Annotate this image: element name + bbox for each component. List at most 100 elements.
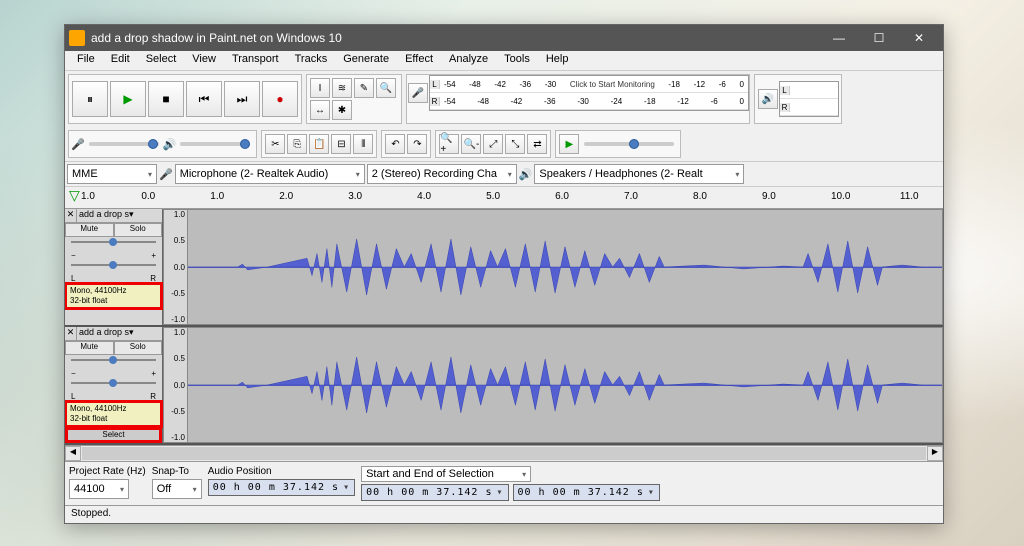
horizontal-scrollbar[interactable]: ◀ ▶ — [65, 445, 943, 461]
speaker-meter-icon[interactable]: 🔊 — [758, 89, 778, 109]
tracks-area: ✕ add a drop s▾ Mute Solo −+ LR Mono, 44… — [65, 209, 943, 445]
silence-button[interactable]: ⫴ — [353, 134, 373, 154]
scroll-left-button[interactable]: ◀ — [65, 446, 81, 461]
skip-end-button[interactable]: ⏭ — [224, 81, 260, 117]
track-select-button[interactable]: Select — [67, 429, 160, 441]
waveform-2 — [188, 328, 942, 442]
pause-button[interactable]: ⏸ — [72, 81, 108, 117]
timeshift-tool[interactable]: ↔ — [310, 100, 330, 120]
track-panel-2: ✕ add a drop s▾ Mute Solo −+ LR Mono, 44… — [65, 327, 163, 443]
transport-toolbar: ⏸ ▶ ■ ⏮ ⏭ ● — [68, 74, 302, 124]
pan-slider[interactable] — [65, 378, 162, 392]
toolbars: ⏸ ▶ ■ ⏮ ⏭ ● I ≋ ✎ 🔍 ↔ ✱ 🎤 L-54-48-42-36-… — [65, 71, 943, 162]
zoom-in-button[interactable]: 🔍+ — [439, 134, 459, 154]
menu-file[interactable]: File — [69, 51, 103, 70]
redo-button[interactable]: ↷ — [407, 134, 427, 154]
selection-start-field[interactable]: 00 h 00 m 37.142 s — [361, 484, 508, 501]
track-close-button[interactable]: ✕ — [65, 209, 77, 222]
mic-meter-icon[interactable]: 🎤 — [408, 83, 428, 103]
draw-tool[interactable]: ✎ — [354, 78, 374, 98]
paste-button[interactable]: 📋 — [309, 134, 329, 154]
solo-button[interactable]: Solo — [114, 223, 163, 237]
track-panel-1: ✕ add a drop s▾ Mute Solo −+ LR Mono, 44… — [65, 209, 163, 325]
minimize-button[interactable]: — — [819, 25, 859, 51]
track-format-info: Mono, 44100Hz 32-bit float — [66, 284, 161, 308]
input-device-combo[interactable]: Microphone (2- Realtek Audio) — [175, 164, 365, 184]
cut-button[interactable]: ✂ — [265, 134, 285, 154]
zoom-out-button[interactable]: 🔍- — [461, 134, 481, 154]
scroll-right-button[interactable]: ▶ — [927, 446, 943, 461]
output-device-combo[interactable]: Speakers / Headphones (2- Realt — [534, 164, 744, 184]
audio-track-1: ✕ add a drop s▾ Mute Solo −+ LR Mono, 44… — [65, 209, 943, 327]
mute-button[interactable]: Mute — [65, 223, 114, 237]
zoom-tool[interactable]: 🔍 — [376, 78, 396, 98]
close-button[interactable]: ✕ — [899, 25, 939, 51]
waveform-area-2[interactable]: 1.00.50.0-0.5-1.0 — [163, 327, 943, 443]
play-meter[interactable]: L R — [779, 81, 839, 117]
play-volume-slider[interactable] — [180, 142, 250, 146]
audio-host-combo[interactable]: MME — [67, 164, 157, 184]
menu-transport[interactable]: Transport — [224, 51, 287, 70]
stop-button[interactable]: ■ — [148, 81, 184, 117]
trim-button[interactable]: ⊟ — [331, 134, 351, 154]
app-icon — [69, 30, 85, 46]
track-name[interactable]: add a drop s▾ — [77, 327, 162, 340]
menu-view[interactable]: View — [184, 51, 224, 70]
amplitude-scale: 1.00.50.0-0.5-1.0 — [164, 328, 188, 442]
audio-position-label: Audio Position — [208, 466, 355, 477]
audio-position-field[interactable]: 00 h 00 m 37.142 s — [208, 479, 355, 496]
meter-right-label: R — [430, 97, 440, 106]
record-meter[interactable]: L-54-48-42-36-30Click to Start Monitorin… — [429, 75, 749, 111]
maximize-button[interactable]: ☐ — [859, 25, 899, 51]
undo-button[interactable]: ↶ — [385, 134, 405, 154]
copy-button[interactable]: ⎘ — [287, 134, 307, 154]
meter-monitor-text[interactable]: Click to Start Monitoring — [570, 80, 655, 89]
track-close-button[interactable]: ✕ — [65, 327, 77, 340]
menubar: File Edit Select View Transport Tracks G… — [65, 51, 943, 71]
window-title: add a drop shadow in Paint.net on Window… — [91, 31, 819, 45]
play-button[interactable]: ▶ — [110, 81, 146, 117]
menu-generate[interactable]: Generate — [335, 51, 397, 70]
mic-device-icon: 🎤 — [159, 168, 173, 181]
speaker-icon: 🔊 — [163, 138, 177, 151]
timeline-ruler[interactable]: ▽ 1.0 0.0 1.0 2.0 3.0 4.0 5.0 6.0 7.0 8.… — [65, 187, 943, 209]
selection-tool[interactable]: I — [310, 78, 330, 98]
pan-slider[interactable] — [65, 260, 162, 274]
zoom-toggle-button[interactable]: ⇄ — [527, 134, 547, 154]
rec-volume-slider[interactable] — [89, 142, 159, 146]
menu-analyze[interactable]: Analyze — [441, 51, 496, 70]
menu-effect[interactable]: Effect — [397, 51, 441, 70]
status-bar: Stopped. — [65, 505, 943, 523]
zoom-sel-button[interactable]: ⤢ — [483, 134, 503, 154]
mute-button[interactable]: Mute — [65, 341, 114, 355]
record-button[interactable]: ● — [262, 81, 298, 117]
envelope-tool[interactable]: ≋ — [332, 78, 352, 98]
track-name[interactable]: add a drop s▾ — [77, 209, 162, 222]
menu-select[interactable]: Select — [138, 51, 185, 70]
playatspeed-toolbar: ▶ — [555, 130, 681, 158]
snap-label: Snap-To — [152, 466, 202, 477]
gain-slider[interactable] — [65, 355, 162, 369]
timeline-cursor-icon[interactable]: ▽ — [65, 187, 81, 208]
multi-tool[interactable]: ✱ — [332, 100, 352, 120]
scroll-thumb[interactable] — [82, 447, 926, 460]
gain-slider[interactable] — [65, 237, 162, 251]
play-at-speed-button[interactable]: ▶ — [559, 134, 579, 154]
solo-button[interactable]: Solo — [114, 341, 163, 355]
menu-edit[interactable]: Edit — [103, 51, 138, 70]
menu-tools[interactable]: Tools — [496, 51, 538, 70]
menu-tracks[interactable]: Tracks — [287, 51, 336, 70]
skip-start-button[interactable]: ⏮ — [186, 81, 222, 117]
channels-combo[interactable]: 2 (Stereo) Recording Cha — [367, 164, 517, 184]
project-rate-combo[interactable]: 44100 — [69, 479, 129, 499]
snap-combo[interactable]: Off — [152, 479, 202, 499]
menu-help[interactable]: Help — [538, 51, 577, 70]
status-text: Stopped. — [71, 508, 111, 519]
zoom-toolbar: 🔍+ 🔍- ⤢ ⤡ ⇄ — [435, 130, 551, 158]
zoom-fit-button[interactable]: ⤡ — [505, 134, 525, 154]
play-speed-slider[interactable] — [584, 142, 674, 146]
speaker-device-icon: 🔊 — [519, 168, 533, 181]
selection-mode-combo[interactable]: Start and End of Selection — [361, 466, 531, 482]
waveform-area-1[interactable]: 1.00.50.0-0.5-1.0 — [163, 209, 943, 325]
selection-end-field[interactable]: 00 h 00 m 37.142 s — [513, 484, 660, 501]
